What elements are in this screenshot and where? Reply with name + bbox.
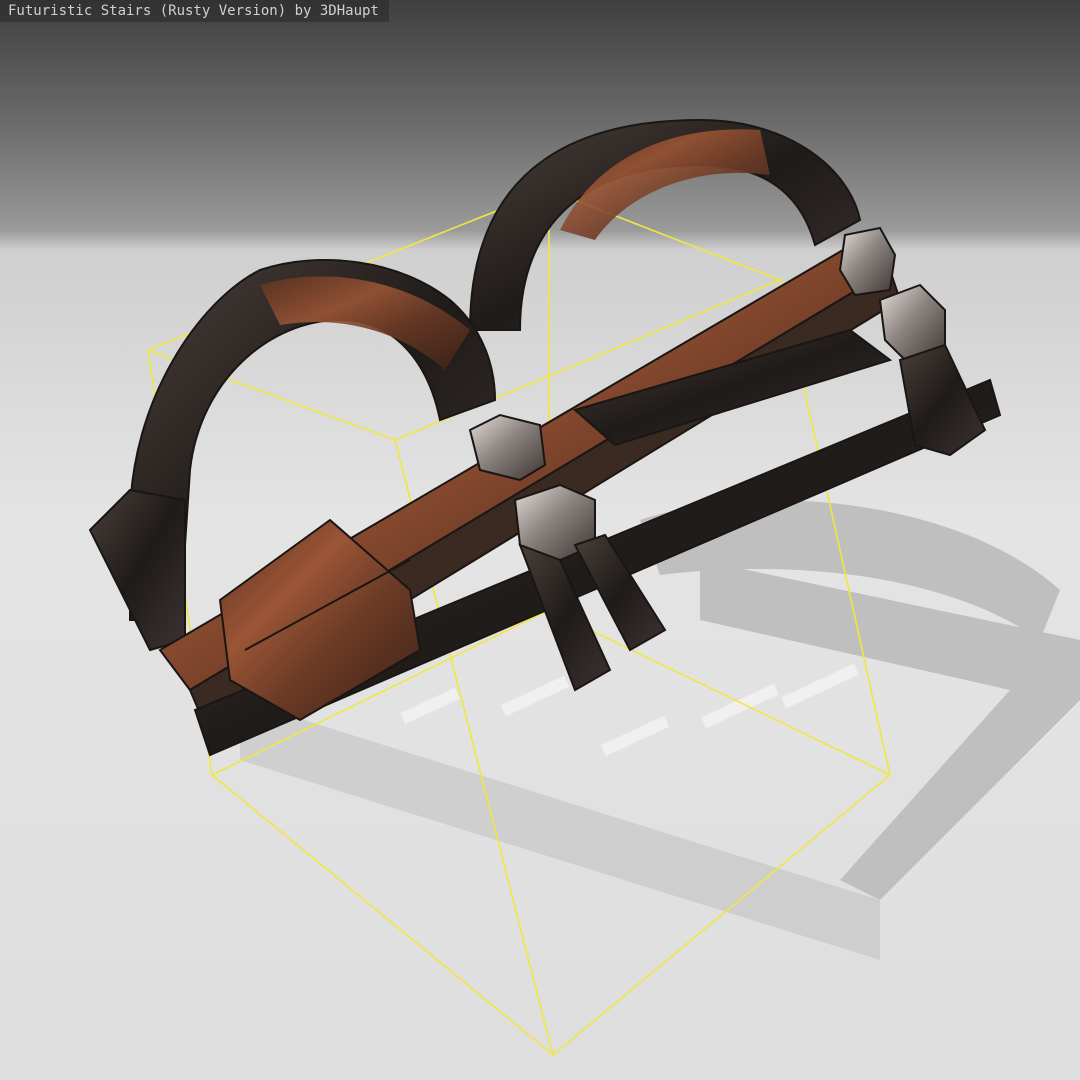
scene-render bbox=[88, 118, 1080, 1057]
stairs-model bbox=[88, 118, 1002, 757]
3d-viewport[interactable]: Futuristic Stairs (Rusty Version) by 3DH… bbox=[0, 0, 1080, 1080]
model-title: Futuristic Stairs (Rusty Version) by 3DH… bbox=[0, 0, 389, 22]
